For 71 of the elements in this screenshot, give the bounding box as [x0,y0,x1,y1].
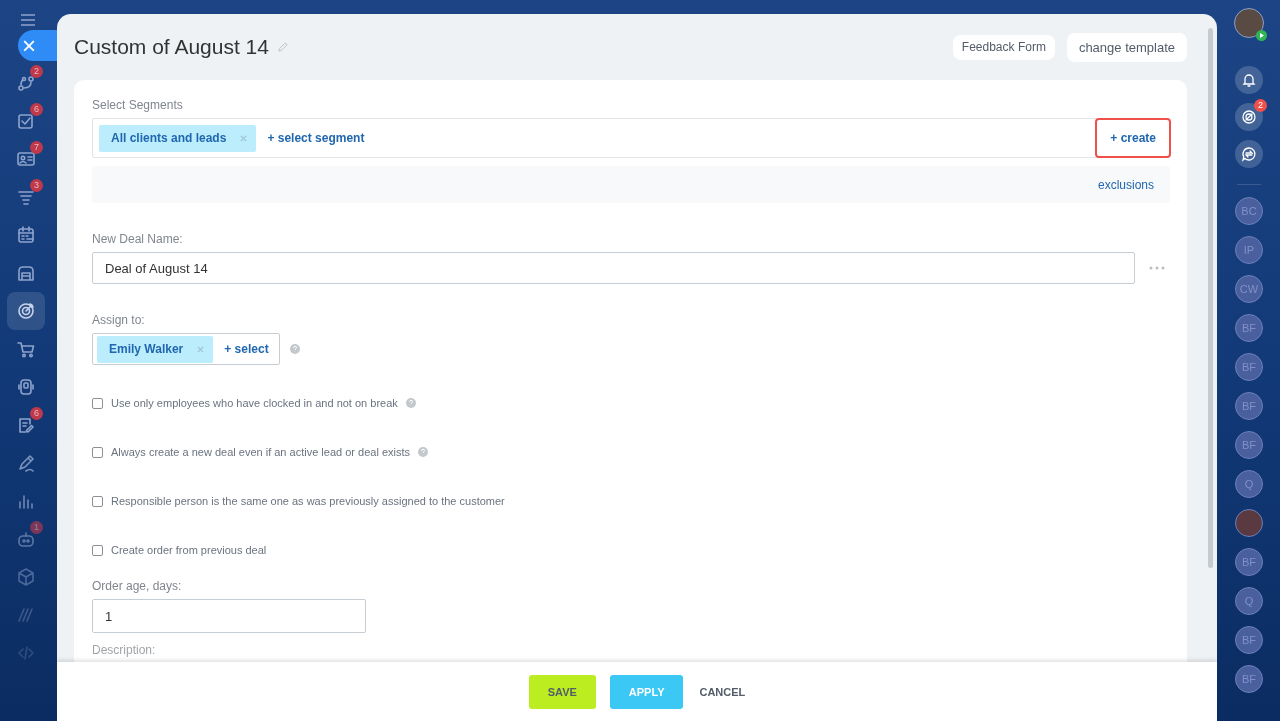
assignee-field[interactable]: Emily Walker + select [92,333,280,365]
bell-icon [1241,72,1257,88]
tag-label: Emily Walker [109,342,184,356]
chat-button[interactable] [1235,140,1263,168]
menu-icon[interactable] [20,14,36,26]
checkbox[interactable] [92,495,103,507]
avatar-photo[interactable] [1235,509,1263,537]
option-label: Always create a new deal even if an active lead or deal exists [111,446,410,458]
sidebar-item[interactable] [7,292,45,330]
document-pen-icon[interactable] [16,415,36,435]
feedback-form-button[interactable]: Feedback Form [952,34,1055,60]
more-icon[interactable] [1149,266,1165,270]
storage-icon[interactable] [16,263,36,283]
target-icon [1241,109,1257,125]
field-label: Description: [92,643,157,657]
count-badge: 6 [30,103,43,116]
notifications-button[interactable] [1235,66,1263,94]
select-link[interactable]: + select [224,342,269,356]
exclusions-link[interactable]: exclusions [1097,177,1154,192]
segment-field[interactable]: All clients and leads + select segment + create [92,118,1170,158]
order-age-input[interactable]: 1 [92,599,366,633]
deal-name-input[interactable]: Deal of August 14 [92,252,1135,284]
field-label: Select Segments [92,98,184,112]
calendar-icon[interactable] [16,225,36,245]
help-icon[interactable] [405,398,416,408]
pencil-icon[interactable] [16,453,36,473]
sidebar-item[interactable]: 7 [7,140,45,178]
field-label: Order age, days: [92,579,183,593]
cart-icon[interactable] [16,339,36,359]
field-label: New Deal Name: [92,232,184,246]
cube-icon[interactable] [16,567,36,587]
checkbox[interactable] [92,397,103,409]
count-badge: 2 [1254,99,1267,112]
tag-label: All clients and leads [111,131,227,145]
sidebar-item[interactable]: 6 [7,406,45,444]
target-icon [16,301,36,321]
cancel-button[interactable]: CANCEL [697,674,748,709]
option-label: Responsible person is the same one as was previously assigned to the customer [111,495,505,507]
option-label: Use only employees who have clocked in and not on break [111,397,398,409]
sidebar-item[interactable]: 1 [7,520,45,558]
sidebar-item[interactable]: 2 [7,64,45,102]
checkbox-icon[interactable] [16,111,36,131]
option-label: Create order from previous deal [111,544,267,556]
id-card-icon[interactable] [16,149,36,169]
sidebar-item[interactable]: 6 [7,102,45,140]
close-button[interactable]: × [18,30,60,61]
logo-icon[interactable] [16,605,36,625]
help-icon[interactable] [418,447,428,457]
play-icon[interactable] [1256,30,1267,41]
count-badge: 6 [30,407,43,420]
create-button[interactable]: + create [1095,118,1171,158]
change-template-button[interactable]: change template [1066,32,1187,62]
select-segment-link[interactable]: + select segment [267,131,365,145]
chat-icon [1241,146,1257,162]
nodes-icon[interactable] [16,73,36,93]
scrollbar[interactable] [1208,28,1213,568]
checkbox[interactable] [92,446,103,458]
device-icon[interactable] [16,377,36,397]
count-badge: 1 [30,521,43,534]
count-badge: 3 [30,179,43,192]
field-label: Assign to: [92,313,146,327]
apply-button[interactable]: APPLY [609,674,684,709]
checkbox[interactable] [92,544,103,556]
save-button[interactable]: SAVE [528,674,596,709]
avatar-photo[interactable] [1234,8,1264,38]
count-badge: 7 [30,141,43,154]
robot-icon[interactable] [16,529,36,549]
page-title: Custom of August 14 [74,35,269,59]
count-badge: 2 [30,65,43,78]
sidebar-item[interactable]: 3 [7,178,45,216]
help-icon[interactable] [289,344,300,354]
